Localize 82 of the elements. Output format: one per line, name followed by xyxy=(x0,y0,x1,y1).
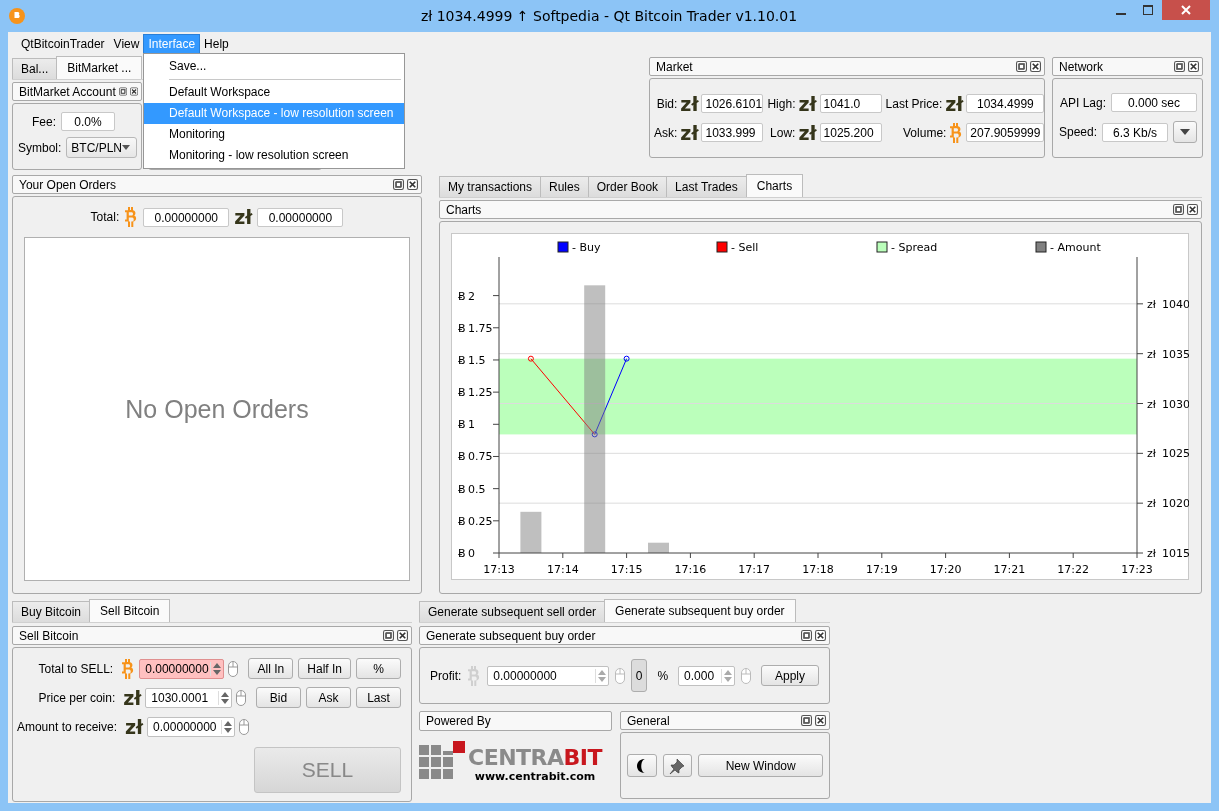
field-label: Price per coin: xyxy=(37,690,116,705)
axis-label: 1030 xyxy=(1162,397,1189,411)
api-lag-label: API Lag: xyxy=(1059,95,1106,110)
legend-label: - Sell xyxy=(731,241,759,254)
currency-prefix: zł xyxy=(1147,497,1156,511)
axis-label: 1040 xyxy=(1162,297,1189,311)
currency-prefix: zł xyxy=(1147,347,1156,361)
axis-label: 2 xyxy=(468,289,475,303)
axis-label: 1.75 xyxy=(468,321,493,335)
market-label: Low: xyxy=(770,125,796,140)
panel-title: Generate subsequent buy order xyxy=(426,628,597,643)
total-label: Total: xyxy=(90,210,120,224)
panel-title: BitMarket Account xyxy=(19,84,116,99)
axis-label: 0 xyxy=(468,547,475,560)
symbol-label: Symbol: xyxy=(17,140,62,155)
axis-label: 17:14 xyxy=(546,563,579,576)
axis-label: 1015 xyxy=(1162,547,1189,560)
panel-title: Your Open Orders xyxy=(19,177,117,192)
currency-prefix: Ƀ xyxy=(458,289,466,303)
axis-label: 0.25 xyxy=(468,514,493,528)
market-label: High: xyxy=(767,96,796,111)
currency-symbol: zł xyxy=(234,207,253,227)
currency-prefix: Ƀ xyxy=(458,353,466,367)
legend-label: - Buy xyxy=(572,241,601,254)
currency-prefix: Ƀ xyxy=(458,514,466,528)
market-label: Last Price: xyxy=(885,96,943,111)
axis-label: 0.75 xyxy=(468,450,493,464)
axis-label: 17:16 xyxy=(674,563,707,576)
currency-prefix: Ƀ xyxy=(458,482,466,496)
panel-title: Powered By xyxy=(426,714,492,728)
market-label: Bid: xyxy=(656,96,678,111)
field-label: Total to SELL: xyxy=(37,661,114,676)
legend-label: - Amount xyxy=(1050,241,1101,254)
axis-label: 17:18 xyxy=(802,563,834,576)
currency-prefix: Ƀ xyxy=(458,386,466,400)
currency-prefix: zł xyxy=(1147,447,1156,461)
axis-label: 17:13 xyxy=(483,563,515,576)
panel-title: Network xyxy=(1059,59,1104,74)
panel-title: Charts xyxy=(446,202,483,217)
market-label: Ask: xyxy=(654,125,678,140)
axis-label: 0.5 xyxy=(468,482,486,496)
axis-label: 1020 xyxy=(1162,497,1189,511)
axis-label: 1.25 xyxy=(468,386,493,400)
axis-label: 1025 xyxy=(1162,447,1189,461)
field-label: Amount to receive: xyxy=(15,719,117,734)
currency-symbol: zł xyxy=(798,122,817,143)
currency-symbol: zł xyxy=(123,687,142,708)
panel-title: Market xyxy=(656,59,694,74)
window-title: zł 1034.4999 ↑ Softpedia - Qt Bitcoin Trader v1.10.01 xyxy=(419,8,799,24)
currency-symbol: zł xyxy=(125,716,144,737)
currency-symbol: zł xyxy=(798,93,817,114)
legend-label: - Spread xyxy=(891,241,938,254)
axis-label: 17:23 xyxy=(1121,563,1153,576)
profit-label: Profit: xyxy=(430,668,462,683)
currency-prefix: zł xyxy=(1147,397,1156,411)
axis-label: 17:15 xyxy=(610,563,643,576)
axis-label: 17:21 xyxy=(993,563,1026,576)
currency-symbol: zł xyxy=(945,93,964,114)
empty-message: No Open Orders xyxy=(125,394,309,424)
axis-label: 1.5 xyxy=(468,353,486,367)
currency-symbol: zł xyxy=(680,93,699,114)
axis-label: 17:20 xyxy=(929,563,962,576)
currency-prefix: Ƀ xyxy=(458,547,466,560)
market-label: Volume: xyxy=(903,125,947,140)
axis-label: 17:19 xyxy=(865,563,898,576)
currency-prefix: Ƀ xyxy=(458,321,466,335)
panel-title: Sell Bitcoin xyxy=(19,628,80,643)
axis-label: 1 xyxy=(468,418,475,432)
fee-label: Fee: xyxy=(32,114,56,129)
panel-title: General xyxy=(627,713,671,728)
currency-prefix: Ƀ xyxy=(458,418,466,432)
logo-url: www.centrabit.com xyxy=(474,769,596,783)
axis-label: 17:17 xyxy=(738,563,771,576)
percent-label: % xyxy=(657,668,669,683)
currency-prefix: Ƀ xyxy=(458,450,466,464)
currency-prefix: zł xyxy=(1147,297,1156,311)
currency-symbol: zł xyxy=(680,122,699,143)
axis-label: 1035 xyxy=(1162,347,1189,361)
currency-prefix: zł xyxy=(1147,547,1156,560)
axis-label: 17:22 xyxy=(1057,563,1090,576)
logo-wordmark: CENTRABIT xyxy=(468,745,603,770)
speed-label: Speed: xyxy=(1058,125,1097,139)
